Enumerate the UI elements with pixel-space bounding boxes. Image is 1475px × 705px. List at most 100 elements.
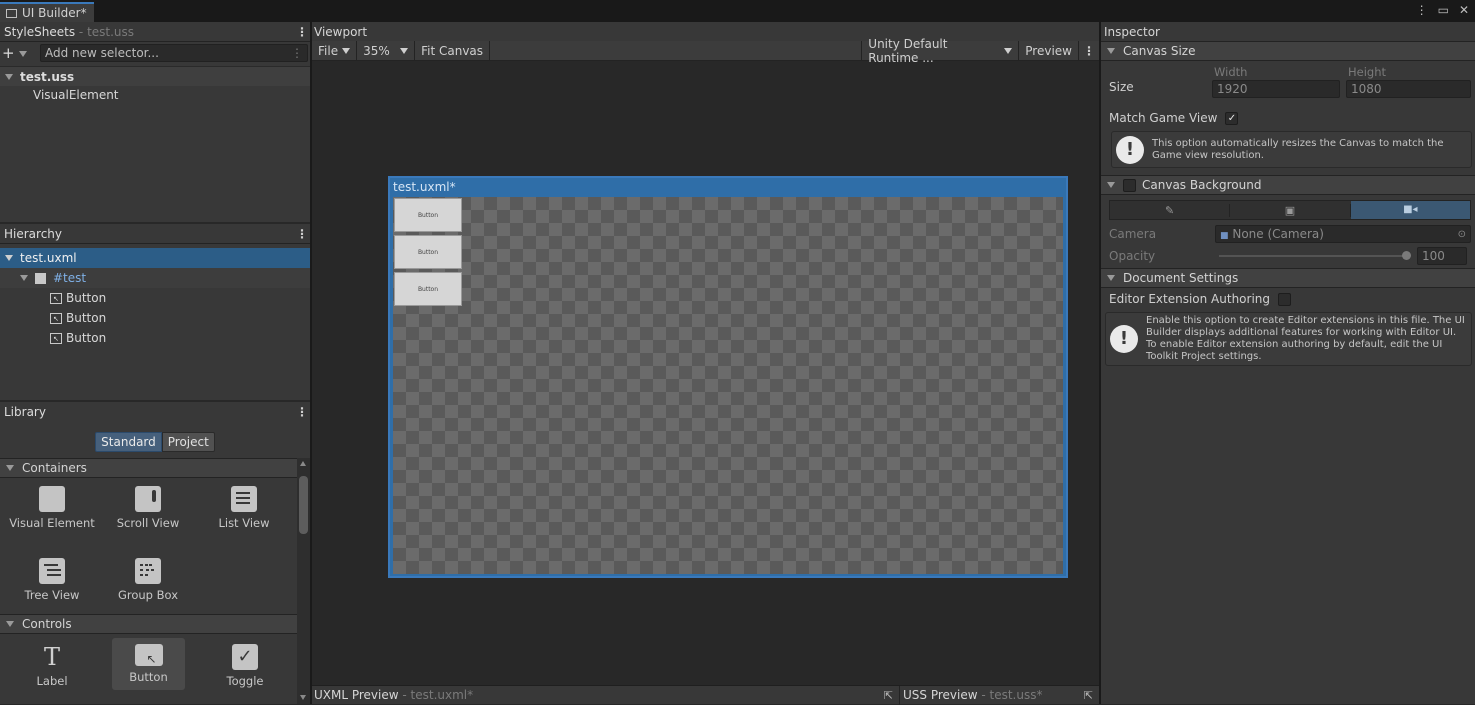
hierarchy-button-label: Button [66, 291, 107, 305]
title-bar: UI Builder* ⋮ ▭ ✕ [0, 0, 1475, 22]
library-title: Library [4, 405, 46, 419]
controls-section-header[interactable]: Controls [0, 614, 297, 634]
editor-extension-checkbox[interactable] [1278, 292, 1292, 306]
selector-input[interactable]: Add new selector... ⋮ [40, 44, 308, 62]
editor-extension-row: Editor Extension Authoring [1101, 289, 1475, 309]
canvas-button[interactable]: Button [394, 272, 462, 306]
info-icon: ! [1110, 325, 1138, 353]
canvas-button[interactable]: Button [394, 235, 462, 269]
library-item-scroll-view[interactable]: Scroll View [100, 486, 196, 558]
opacity-row: Opacity 100 [1101, 245, 1475, 267]
hierarchy-button-item[interactable]: ↖ Button [0, 308, 310, 328]
scroll-up-icon[interactable] [300, 461, 306, 466]
info-icon: ! [1116, 135, 1144, 164]
theme-value: Unity Default Runtime ... [868, 36, 948, 65]
library-item-toggle[interactable]: ✓ Toggle [197, 638, 293, 690]
library-item-visual-element[interactable]: Visual Element [4, 486, 100, 558]
library-item-label: Tree View [24, 588, 80, 602]
preview-bar: UXML Preview - test.uxml* ⇱ USS Preview … [312, 685, 1099, 705]
scroll-down-icon[interactable] [300, 695, 306, 700]
canvas-button[interactable]: Button [394, 198, 462, 232]
tab-project[interactable]: Project [161, 432, 215, 452]
maximize-icon[interactable]: ▭ [1438, 3, 1449, 17]
height-field[interactable]: 1080 [1346, 80, 1471, 98]
zoom-dropdown[interactable]: 35% [357, 40, 416, 61]
selector-options-icon[interactable]: ⋮ [291, 46, 303, 60]
toggle-icon: ✓ [232, 644, 258, 670]
controls-title: Controls [22, 617, 72, 631]
canvas-size-title: Canvas Size [1123, 44, 1196, 58]
camera-value: None (Camera) [1232, 227, 1324, 241]
viewport-menu-icon[interactable]: ⋮ [1079, 44, 1099, 58]
match-game-view-checkbox[interactable]: ✓ [1225, 111, 1239, 125]
theme-dropdown[interactable]: Unity Default Runtime ... [861, 37, 1020, 65]
preview-button[interactable]: Preview [1019, 40, 1079, 61]
selector-bar: + Add new selector... ⋮ [0, 42, 310, 64]
element-icon [35, 272, 46, 284]
document-settings-section-header[interactable]: Document Settings [1101, 268, 1475, 288]
fit-canvas-button[interactable]: Fit Canvas [415, 40, 491, 61]
stylesheets-header: StyleSheets - test.uss ⋮ [0, 22, 310, 42]
object-picker-icon[interactable]: ⊙ [1458, 229, 1466, 240]
library-panel: Library ⋮ Standard Project Containers Vi… [0, 402, 310, 704]
scroll-thumb[interactable] [299, 476, 308, 534]
library-scrollbar[interactable] [297, 458, 310, 704]
canvas-background-checkbox[interactable] [1123, 178, 1136, 192]
file-menu[interactable]: File [312, 40, 358, 61]
button-icon: ↖ [50, 332, 62, 344]
width-value: 1920 [1217, 82, 1248, 96]
add-selector-button[interactable]: + [2, 44, 36, 62]
canvas-header[interactable]: test.uxml* [390, 178, 1066, 196]
canvas-size-section-header[interactable]: Canvas Size [1101, 41, 1475, 61]
library-menu-icon[interactable]: ⋮ [294, 405, 310, 419]
expand-icon[interactable] [20, 275, 28, 281]
stylesheet-item[interactable]: test.uss [0, 66, 310, 86]
opacity-slider[interactable] [1215, 249, 1411, 263]
open-external-icon[interactable]: ⇱ [1084, 689, 1093, 702]
more-icon[interactable]: ⋮ [1416, 3, 1428, 17]
opacity-slider-thumb[interactable] [1402, 251, 1411, 260]
size-label: Size [1109, 80, 1134, 94]
match-game-view-label: Match Game View [1109, 111, 1218, 125]
match-help-box: ! This option automatically resizes the … [1111, 131, 1472, 168]
hierarchy-button-item[interactable]: ↖ Button [0, 328, 310, 348]
stylesheet-name: test.uss [20, 69, 75, 84]
canvas-background-title: Canvas Background [1142, 178, 1262, 192]
group-box-icon [135, 558, 161, 584]
image-mode-icon[interactable]: ▣ [1230, 203, 1351, 217]
canvas-frame[interactable]: test.uxml* Button Button Button [388, 176, 1068, 578]
expand-icon[interactable] [5, 73, 13, 80]
window-tab[interactable]: UI Builder* [0, 2, 94, 22]
library-item-label[interactable]: T Label [4, 638, 100, 690]
color-mode-icon[interactable]: ✎ [1110, 203, 1231, 217]
close-icon[interactable]: ✕ [1459, 3, 1469, 17]
hierarchy-element-item[interactable]: #test [0, 268, 310, 288]
stylesheets-menu-icon[interactable]: ⋮ [294, 25, 310, 39]
open-external-icon[interactable]: ⇱ [884, 689, 893, 702]
camera-field[interactable]: ■ None (Camera) ⊙ [1215, 225, 1471, 243]
containers-section-header[interactable]: Containers [0, 458, 297, 478]
hierarchy-root-item[interactable]: test.uxml [0, 248, 310, 268]
canvas-background-section-header[interactable]: Canvas Background [1101, 175, 1475, 195]
library-item-button[interactable]: ↖ Button [112, 638, 185, 690]
camera-row: Camera ■ None (Camera) ⊙ [1101, 223, 1475, 245]
library-item-label: List View [218, 516, 270, 530]
viewport-toolbar: File 35% Fit Canvas Unity Default Runtim… [312, 37, 1099, 65]
window-controls: ⋮ ▭ ✕ [1416, 3, 1469, 17]
uss-preview-tab[interactable]: USS Preview - test.uss* ⇱ [900, 686, 1099, 705]
opacity-field[interactable]: 100 [1417, 247, 1467, 265]
canvas-area[interactable]: Button Button Button [393, 197, 1063, 574]
uss-preview-label: USS Preview [903, 688, 978, 702]
selector-item[interactable]: VisualElement [0, 86, 310, 104]
tab-standard[interactable]: Standard [95, 432, 162, 452]
hierarchy-menu-icon[interactable]: ⋮ [294, 227, 310, 241]
width-field[interactable]: 1920 [1212, 80, 1340, 98]
library-item-label: Group Box [117, 588, 179, 602]
hierarchy-button-item[interactable]: ↖ Button [0, 288, 310, 308]
expand-icon[interactable] [5, 255, 13, 261]
uxml-preview-tab[interactable]: UXML Preview - test.uxml* ⇱ [312, 685, 900, 705]
hierarchy-button-label: Button [66, 331, 107, 345]
camera-mode-icon[interactable]: ■◂ [1350, 201, 1470, 219]
document-settings-title: Document Settings [1123, 271, 1239, 285]
library-item-list-view[interactable]: List View [196, 486, 292, 558]
